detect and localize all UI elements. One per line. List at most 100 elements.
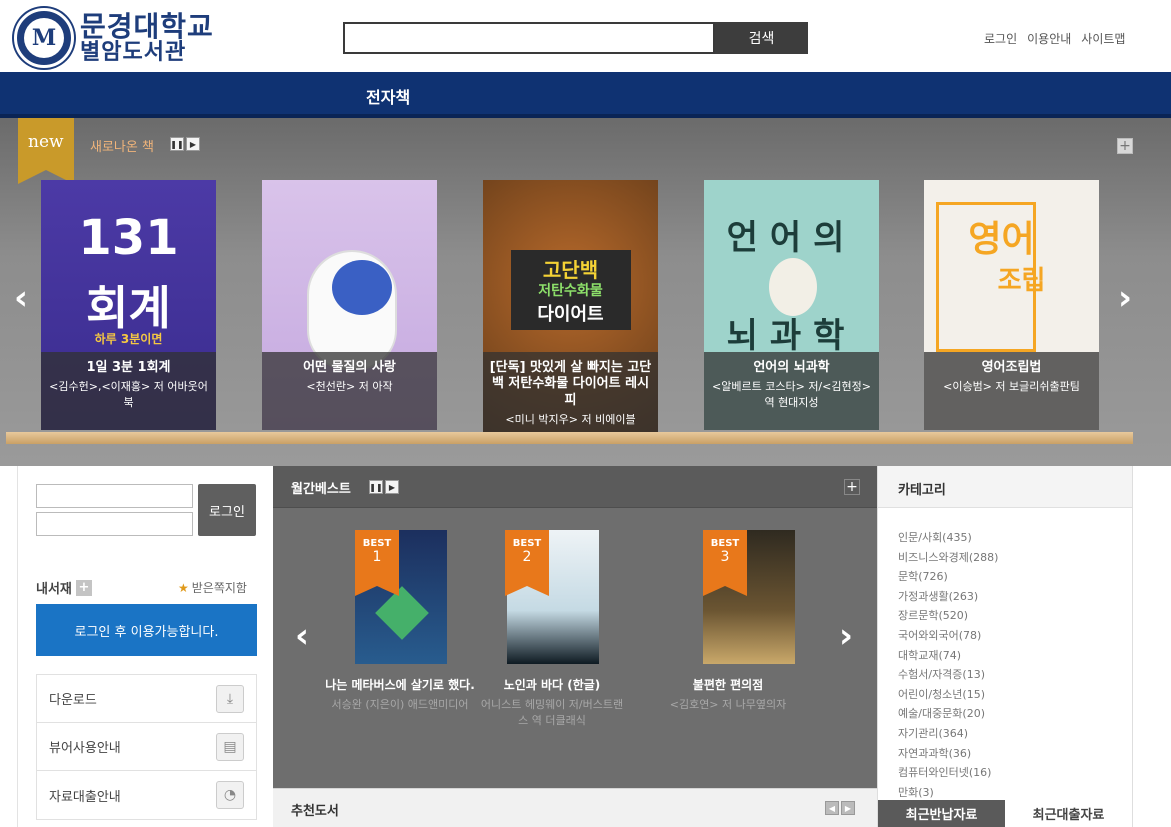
book-publisher: 현대지성 [778, 395, 819, 409]
category-item[interactable]: 비즈니스와경제(288) [898, 548, 1132, 568]
category-item[interactable]: 컴퓨터와인터넷(16) [898, 763, 1132, 783]
category-panel: 카테고리 인문/사회(435) 비즈니스와경제(288) 문학(726) 가정과… [877, 466, 1133, 827]
book-authors: <김호연> 저 [669, 697, 733, 711]
login-button[interactable]: 로그인 [198, 484, 256, 536]
category-item[interactable]: 문학(726) [898, 567, 1132, 587]
rank-number: 2 [522, 549, 532, 565]
new-book-card[interactable]: 131 회계 하루 3분이면 1일 3분 1회계 <김수헌>,<이재홍> 저 어… [41, 180, 216, 430]
book-title: 노인과 바다 (한글) [503, 678, 601, 692]
book-authors: <미니 박지우> 저 [505, 412, 592, 426]
login-required-notice[interactable]: 로그인 후 이용가능합니다. [36, 604, 257, 656]
book-title: 불편한 편의점 [692, 678, 764, 692]
best-ribbon: BEST 1 [355, 530, 399, 596]
rank-number: 3 [720, 549, 730, 565]
monthly-best-panel: 월간베스트 ❚❚ ▶ + ‹ › BEST 1 나는 메타버스에 살기로 했다.… [273, 466, 877, 788]
new-book-card[interactable]: 어떤 물질의 사랑 <천선란> 저 아작 [262, 180, 437, 430]
search-input[interactable] [343, 22, 715, 54]
category-item[interactable]: 가정과생활(263) [898, 587, 1132, 607]
shelf-menu: 다운로드 ⤓ 뷰어사용안내 ▤ 자료대출안내 ◔ [36, 674, 257, 820]
search-button[interactable]: 검색 [715, 22, 808, 54]
more-plus-icon[interactable]: + [1117, 138, 1133, 154]
right-margin [1133, 466, 1171, 827]
category-item[interactable]: 장르문학(520) [898, 606, 1132, 626]
category-item[interactable]: 수험서/자격증(13) [898, 665, 1132, 685]
logo-library-name: 별암도서관 [80, 40, 187, 66]
book-authors: 서승완 (지은이) [331, 697, 405, 711]
book-title: [단독] 맛있게 살 빠지는 고단백 저탄수화물 다이어트 레시피 [489, 360, 652, 408]
best-ribbon: BEST 3 [703, 530, 747, 596]
rank-number: 1 [372, 549, 382, 565]
next-icon[interactable]: ▶ [841, 801, 855, 815]
category-item[interactable]: 국어와외국어(78) [898, 626, 1132, 646]
prev-icon[interactable]: ◀ [825, 801, 839, 815]
monthly-best-header: 월간베스트 ❚❚ ▶ + [273, 466, 877, 508]
my-shelf-plus-icon[interactable]: + [75, 579, 92, 596]
inbox-link[interactable]: ★ 받은쪽지함 [178, 579, 247, 596]
category-list: 인문/사회(435) 비즈니스와경제(288) 문학(726) 가정과생활(26… [878, 508, 1132, 802]
more-plus-icon[interactable]: + [844, 479, 860, 495]
category-item[interactable]: 자연과과학(36) [898, 744, 1132, 764]
category-title: 카테고리 [878, 466, 1132, 508]
book-publisher: 보글리쉬출판팀 [1009, 380, 1080, 394]
menu-item-viewer-guide[interactable]: 뷰어사용안내 ▤ [37, 723, 256, 771]
ribbon-icon: ★ [178, 580, 189, 595]
category-item[interactable]: 인문/사회(435) [898, 528, 1132, 548]
guide-link[interactable]: 이용안내 [1027, 30, 1071, 47]
book-shelf [6, 432, 1133, 444]
category-item[interactable]: 자기관리(364) [898, 724, 1132, 744]
book-publisher: 나무옆의자 [735, 697, 787, 711]
book-info-overlay: 언어의 뇌과학 <알베르트 코스타> 저/<김현정> 역 현대지성 [704, 352, 879, 430]
new-book-card[interactable]: 고단백 저탄수화물 다이어트 [단독] 맛있게 살 빠지는 고단백 저탄수화물 … [483, 180, 658, 438]
book-title: 어떤 물질의 사랑 [303, 360, 396, 375]
play-icon[interactable]: ▶ [385, 480, 399, 494]
recommended-bar: 추천도서 ◀ ▶ [273, 788, 877, 827]
book-info-overlay: 영어조립법 <이승범> 저 보글리쉬출판팀 [924, 352, 1099, 430]
new-book-card[interactable]: 언어의 뇌과학 언어의 뇌과학 <알베르트 코스타> 저/<김현정> 역 현대지… [704, 180, 879, 430]
download-icon: ⤓ [216, 684, 244, 713]
play-icon[interactable]: ▶ [186, 137, 200, 151]
book-authors: <이승범> 저 [943, 380, 1006, 394]
book-title: 1일 3분 1회계 [86, 360, 171, 375]
new-books-title: 새로나온 책 [90, 140, 154, 155]
book-publisher: 애드앤미디어 [407, 697, 469, 711]
book-info-overlay: [단독] 맛있게 살 빠지는 고단백 저탄수화물 다이어트 레시피 <미니 박지… [483, 352, 658, 438]
new-badge: new [18, 118, 74, 184]
menu-item-loan-guide[interactable]: 자료대출안내 ◔ [37, 771, 256, 819]
book-title: 나는 메타버스에 살기로 했다. [325, 678, 475, 692]
book-title: 영어조립법 [981, 360, 1042, 375]
book-info-overlay: 어떤 물질의 사랑 <천선란> 저 아작 [262, 352, 437, 430]
tab-recent-loans[interactable]: 최근대출자료 [1005, 800, 1132, 827]
best-ribbon: BEST 2 [505, 530, 549, 596]
monthly-best-controls: ❚❚ ▶ [369, 480, 399, 494]
book-publisher: 더클래식 [545, 713, 586, 727]
tab-recent-returns[interactable]: 최근반납자료 [878, 800, 1005, 827]
book-title: 언어의 뇌과학 [753, 360, 830, 375]
sitemap-link[interactable]: 사이트맵 [1081, 30, 1125, 47]
next-arrow-icon[interactable]: › [1118, 278, 1132, 318]
category-item[interactable]: 대학교재(74) [898, 646, 1132, 666]
user-id-input[interactable] [36, 484, 193, 508]
new-book-card[interactable]: 영어 조립 영어조립법 <이승범> 저 보글리쉬출판팀 [924, 180, 1099, 430]
library-logo[interactable]: M 문경대학교 별암도서관 [14, 8, 214, 68]
category-item[interactable]: 예술/대중문화(20) [898, 704, 1132, 724]
main-nav: 전자책 [0, 72, 1171, 118]
logo-university-name: 문경대학교 [80, 9, 214, 43]
book-publisher: 아작 [372, 380, 393, 394]
login-link[interactable]: 로그인 [984, 30, 1017, 47]
my-shelf-label: 내서재 [36, 582, 72, 597]
site-header: M 문경대학교 별암도서관 검색 로그인 이용안내 사이트맵 [0, 0, 1171, 72]
pause-icon[interactable]: ❚❚ [369, 480, 383, 494]
menu-item-download[interactable]: 다운로드 ⤓ [37, 675, 256, 723]
pause-icon[interactable]: ❚❚ [170, 137, 184, 151]
university-seal-icon: M [14, 8, 74, 68]
password-input[interactable] [36, 512, 193, 536]
category-item[interactable]: 어린이/청소년(15) [898, 685, 1132, 705]
book-publisher: 비에이블 [595, 412, 636, 426]
recommended-controls: ◀ ▶ [825, 801, 855, 815]
prev-arrow-icon[interactable]: ‹ [295, 616, 309, 656]
viewer-icon: ▤ [216, 732, 244, 761]
nav-item-ebook[interactable]: 전자책 [366, 84, 410, 108]
prev-arrow-icon[interactable]: ‹ [14, 278, 28, 318]
next-arrow-icon[interactable]: › [839, 616, 853, 656]
info-icon: ◔ [216, 781, 244, 809]
